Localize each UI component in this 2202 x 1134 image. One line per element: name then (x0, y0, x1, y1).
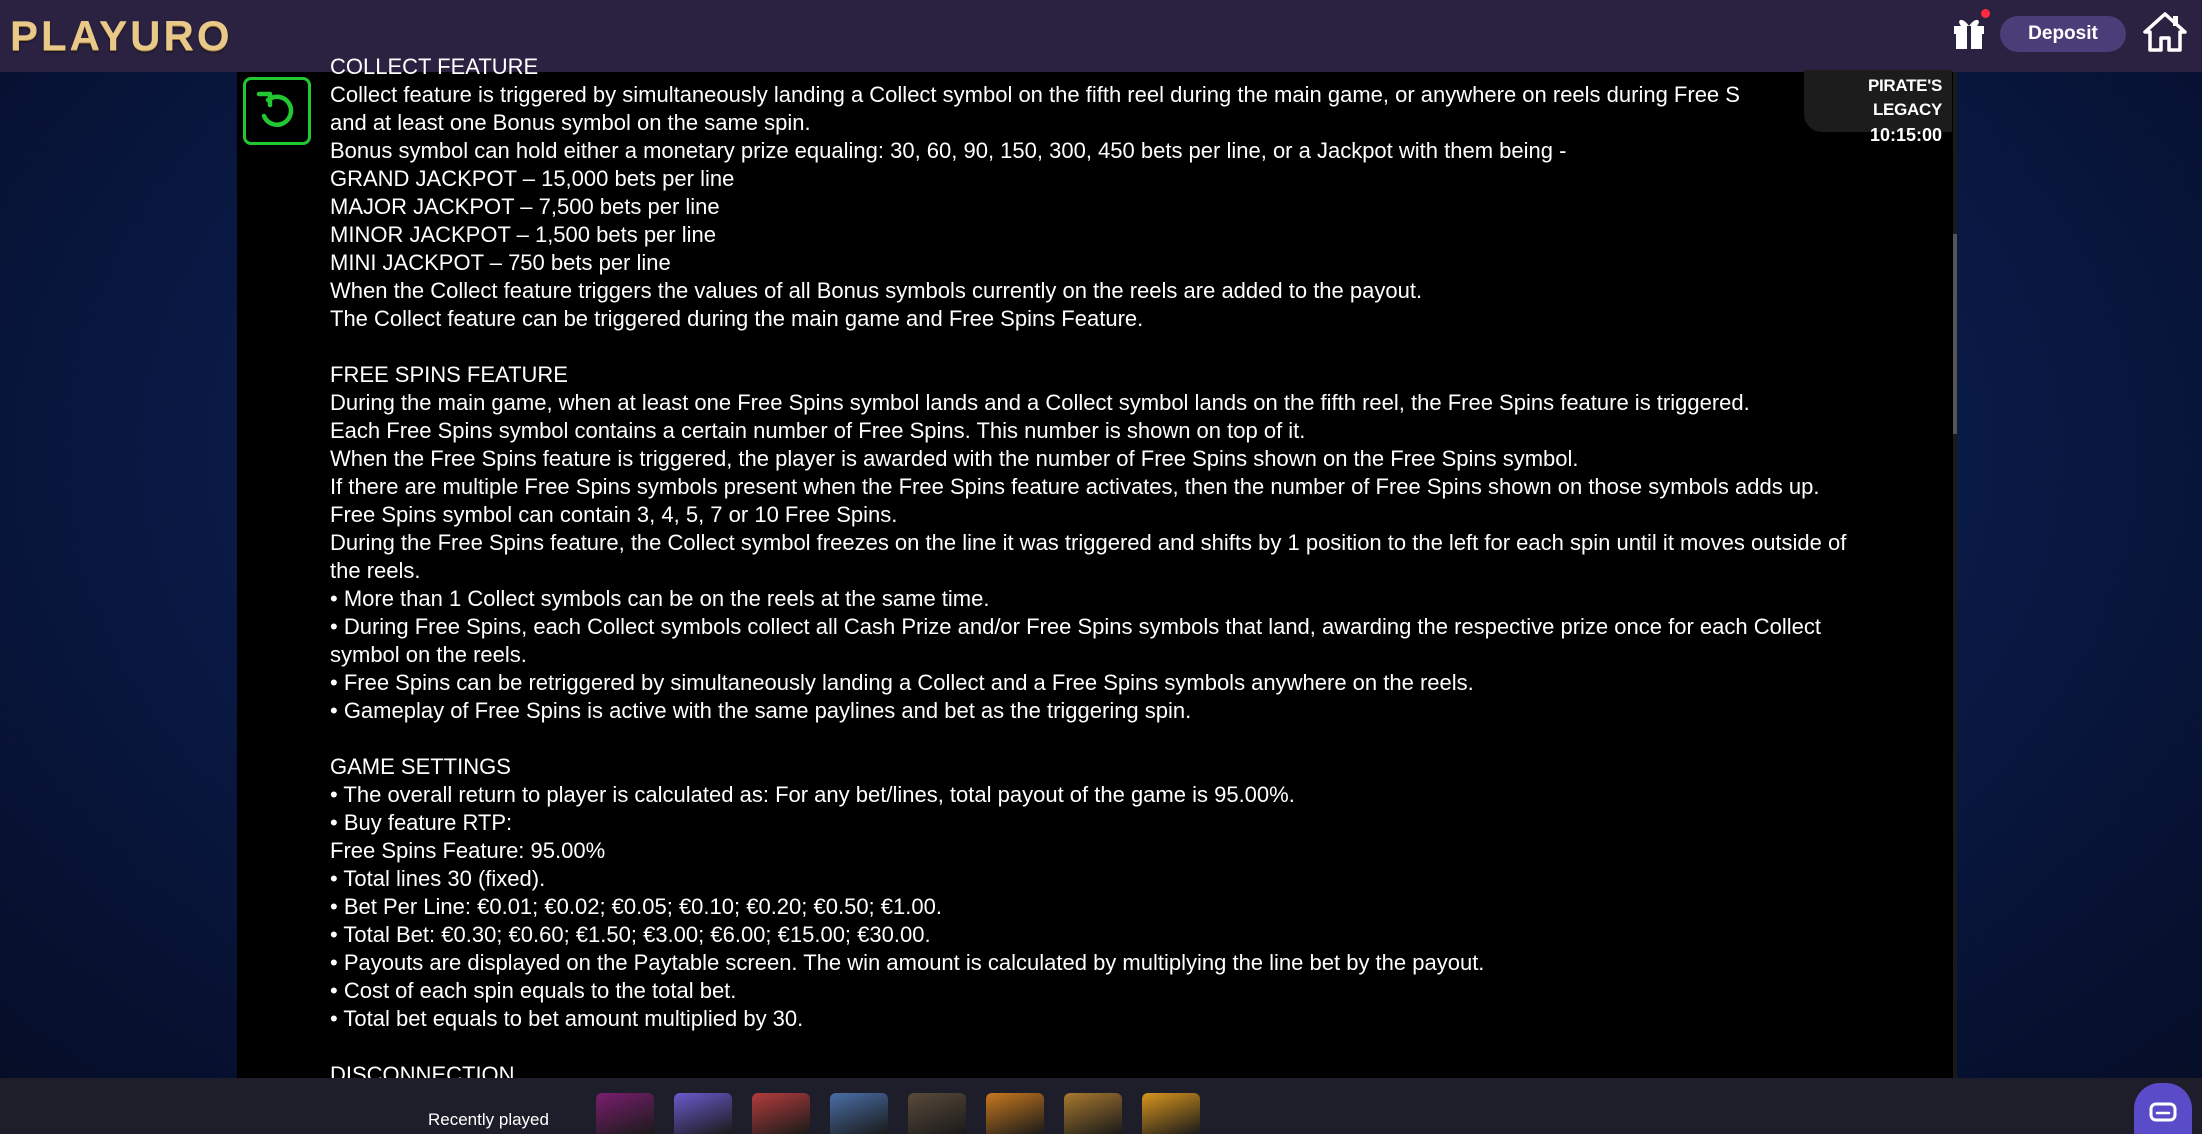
recent-game-8-thumbnail[interactable] (1142, 1093, 1200, 1134)
rule-text-line: • Buy feature RTP: (330, 810, 513, 835)
site-logo[interactable]: PLAYURO (10, 8, 233, 64)
section-heading: FREE SPINS FEATURE (330, 362, 568, 387)
recent-game-1-thumbnail[interactable] (596, 1093, 654, 1134)
recent-game-5-thumbnail[interactable] (908, 1093, 966, 1134)
rule-text-line: and at least one Bonus symbol on the sam… (330, 110, 811, 135)
rule-text-line: • Total Bet: €0.30; €0.60; €1.50; €3.00;… (330, 922, 931, 947)
rule-text-line: If there are multiple Free Spins symbols… (330, 474, 1820, 499)
rule-text-line: MINOR JACKPOT – 1,500 bets per line (330, 222, 716, 247)
deposit-button[interactable]: Deposit (2000, 16, 2126, 52)
recent-game-2-thumbnail[interactable] (674, 1093, 732, 1134)
back-button[interactable] (243, 77, 311, 145)
rule-text-line: MAJOR JACKPOT – 7,500 bets per line (330, 194, 720, 219)
scrollbar-thumb[interactable] (1953, 234, 1957, 434)
rule-text-line: • Free Spins can be retriggered by simul… (330, 670, 1474, 695)
rule-text-line: symbol on the reels. (330, 642, 527, 667)
rule-text-line: Bonus symbol can hold either a monetary … (330, 138, 1567, 163)
rule-text-line: During the Free Spins feature, the Colle… (330, 530, 1847, 555)
recent-game-4-thumbnail[interactable] (830, 1093, 888, 1134)
rule-text-line: Collect feature is triggered by simultan… (330, 82, 1740, 107)
chat-button[interactable] (2134, 1083, 2192, 1134)
rule-text-line: • Cost of each spin equals to the total … (330, 978, 737, 1003)
notification-dot (1981, 9, 1990, 18)
rule-text-line: • Total lines 30 (fixed). (330, 866, 546, 891)
rule-text-line: • During Free Spins, each Collect symbol… (330, 614, 1821, 639)
rule-text-line: The Collect feature can be triggered dur… (330, 306, 1144, 331)
clock: 10:15:00 (1869, 125, 1942, 145)
gift-icon[interactable] (1952, 14, 1986, 50)
rule-text-line: Free Spins symbol can contain 3, 4, 5, 7… (330, 502, 898, 527)
home-icon[interactable] (2143, 10, 2187, 54)
section-heading: COLLECT FEATURE (330, 54, 539, 79)
recently-played-label: Recently played (428, 1110, 549, 1129)
rules-content: COLLECT FEATURE Collect feature is trigge… (330, 53, 1940, 1089)
recent-game-3-thumbnail[interactable] (752, 1093, 810, 1134)
rule-text-line: Free Spins Feature: 95.00% (330, 838, 606, 863)
rule-text-line: MINI JACKPOT – 750 bets per line (330, 250, 671, 275)
back-arrow-icon (256, 91, 294, 127)
rule-text-line: • Total bet equals to bet amount multipl… (330, 1006, 804, 1031)
rule-text-line: • Payouts are displayed on the Paytable … (330, 950, 1485, 975)
rule-text-line: When the Free Spins feature is triggered… (330, 446, 1579, 471)
rule-text-line: Each Free Spins symbol contains a certai… (330, 418, 1306, 443)
recent-game-6-thumbnail[interactable] (986, 1093, 1044, 1134)
chat-icon (2149, 1102, 2177, 1122)
game-title: PIRATE'S LEGACY (1867, 76, 1942, 119)
rule-text-line: • Bet Per Line: €0.01; €0.02; €0.05; €0.… (330, 894, 942, 919)
rule-text-line: GRAND JACKPOT – 15,000 bets per line (330, 166, 735, 191)
section-heading: GAME SETTINGS (330, 754, 511, 779)
scrollbar[interactable] (1953, 72, 1957, 1078)
game-info-badge: PIRATE'S LEGACY 10:15:00 (1804, 70, 1952, 145)
rule-text-line: • Gameplay of Free Spins is active with … (330, 698, 1192, 723)
rule-text-line: the reels. (330, 558, 421, 583)
rule-text-line: When the Collect feature triggers the va… (330, 278, 1423, 303)
rule-text-line: During the main game, when at least one … (330, 390, 1750, 415)
rule-text-line: • More than 1 Collect symbols can be on … (330, 586, 990, 611)
recent-game-7-thumbnail[interactable] (1064, 1093, 1122, 1134)
rule-text-line: • The overall return to player is calcul… (330, 782, 1295, 807)
